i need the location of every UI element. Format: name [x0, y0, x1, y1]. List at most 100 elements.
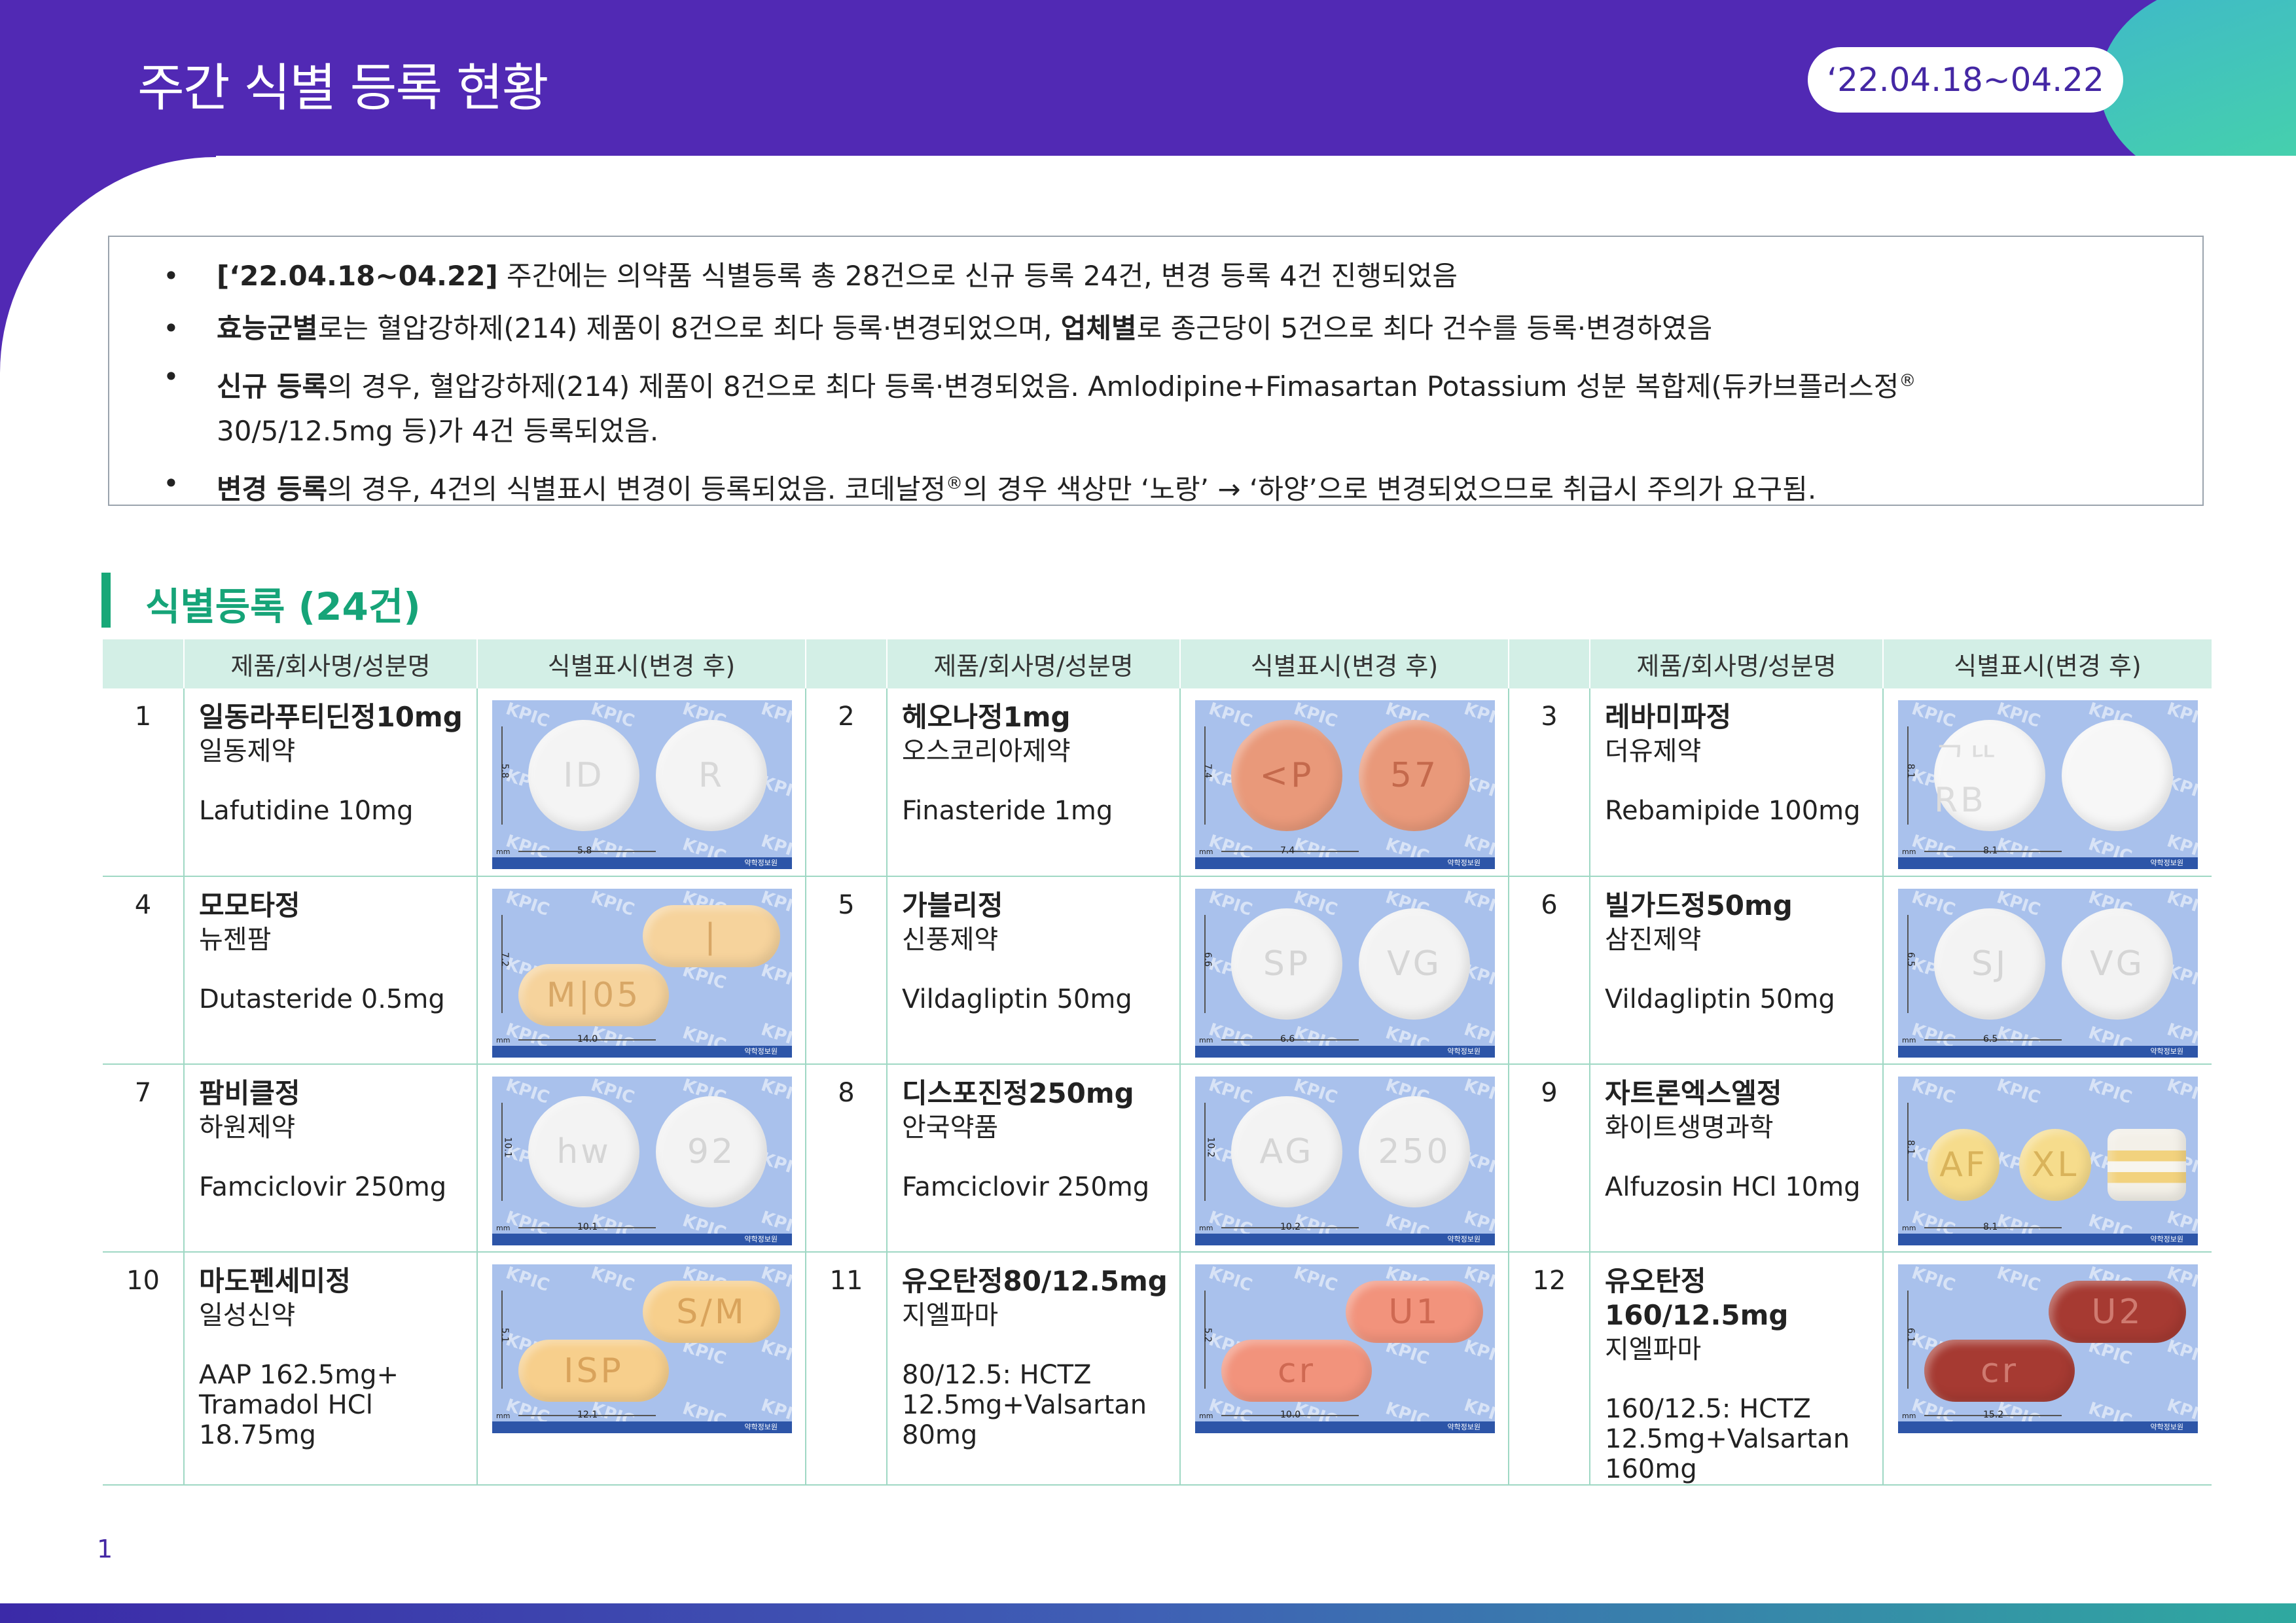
scale-unit: mm	[1199, 1036, 1213, 1044]
col-product-1: 제품/회사명/성분명	[183, 639, 477, 688]
image-source-footer: 약학정보원	[1195, 857, 1495, 869]
page-number: 1	[97, 1535, 113, 1563]
pill-imprint: <P	[1259, 756, 1314, 795]
item-number: 1	[103, 688, 185, 877]
product-name: 헤오나정1mg	[902, 701, 1071, 733]
pill-shape: R	[656, 720, 767, 831]
watermark-text: KPIC	[1994, 1077, 2043, 1108]
item-number: 5	[806, 876, 888, 1065]
pill-image-cell: KPICKPICKPICKPICKPICKPICKPICKPICKPICKPIC…	[1180, 876, 1509, 1065]
pill-image: KPICKPICKPICKPICKPICKPICKPICKPICKPICKPIC…	[492, 1264, 792, 1433]
watermark-text: KPIC	[1909, 700, 1958, 732]
product-name: 가블리정	[902, 889, 1003, 921]
product-info: 유오탄정160/12.5mg 지엘파마 160/12.5: HCTZ 12.5mg+…	[1590, 1252, 1884, 1486]
header-banner: 주간 식별 등록 현황 ‘22.04.18~04.22	[0, 0, 2296, 160]
pill-image: KPICKPICKPICKPICKPICKPICKPICKPICKPICKPIC…	[1898, 700, 2198, 869]
pill-image: KPICKPICKPICKPICKPICKPICKPICKPICKPICKPIC…	[1898, 889, 2198, 1058]
ingredient: Finasteride 1mg	[902, 796, 1113, 826]
product-name: 레바미파정	[1605, 701, 1732, 733]
image-source-footer: 약학정보원	[492, 1234, 792, 1245]
summary-bullet-4-bold: 변경 등록	[217, 473, 328, 505]
watermark-text: KPIC	[1462, 1336, 1495, 1369]
company-name: 뉴젠팜	[199, 925, 272, 955]
page-title: 주간 식별 등록 현황	[137, 59, 548, 118]
size-height: 6.5	[1905, 952, 1916, 967]
image-source-footer: 약학정보원	[1898, 1234, 2198, 1245]
product-info: 자트론엑스엘정 화이트생명과학 Alfuzosin HCl 10mg	[1590, 1064, 1884, 1253]
pill-shape: U1	[1346, 1281, 1483, 1343]
item-number: 6	[1509, 876, 1590, 1065]
company-name: 삼진제약	[1605, 925, 1702, 955]
footer-bar	[0, 1603, 2296, 1623]
pill-imprint: AF	[1939, 1145, 1988, 1185]
size-width: 12.1	[577, 1410, 598, 1420]
image-source-footer: 약학정보원	[1195, 1421, 1495, 1433]
pill-imprint: U1	[1388, 1292, 1441, 1332]
size-height: 10.1	[502, 1137, 513, 1158]
pill-image-cell: KPICKPICKPICKPICKPICKPICKPICKPICKPICKPIC…	[1883, 876, 2212, 1065]
watermark-text: KPIC	[759, 1336, 792, 1369]
pill-imprint: ᄀᄔ RB	[1934, 740, 2002, 820]
pill-imprint: R	[698, 756, 725, 795]
company-name: 안국약품	[902, 1113, 999, 1143]
size-width: 6.5	[1983, 1034, 1998, 1044]
pill-image: KPICKPICKPICKPICKPICKPICKPICKPICKPICKPIC…	[1195, 1264, 1495, 1433]
table-row: 4 모모타정 뉴젠팜 Dutasteride 0.5mg KPIC KPIC KPIC KPI…	[103, 876, 2212, 1065]
watermark-text: KPIC	[588, 1264, 637, 1296]
summary-bullet-1-text: 주간에는 의약품 식별등록 총 28건으로 신규 등록 24건, 변경 등록 4…	[497, 260, 1458, 292]
product-name: 모모타정	[199, 889, 300, 921]
product-name: 팜비클정	[199, 1077, 300, 1109]
item-number: 2	[806, 688, 888, 877]
product-name: 유오탄정80/12.5mg	[902, 1265, 1168, 1297]
summary-bullet-2-bold-1: 효능군별	[217, 312, 318, 344]
pill-shape: hw	[528, 1096, 639, 1207]
scale-unit: mm	[1902, 1036, 1916, 1044]
watermark-text: KPIC	[503, 1264, 552, 1296]
pill-image: KPICKPICKPICKPICKPICKPICKPICKPICKPICKPIC…	[492, 889, 792, 1058]
pill-imprint: M|05	[546, 975, 641, 1015]
pill-image: KPICKPICKPICKPICKPICKPICKPICKPICKPICKPIC…	[1195, 1077, 1495, 1245]
pill-imprint: AG	[1259, 1132, 1314, 1171]
watermark-text: KPIC	[2164, 700, 2198, 732]
pill-shape: ᄀᄔ RB	[1934, 720, 2045, 831]
col-no-1	[103, 639, 184, 688]
col-product-2: 제품/회사명/성분명	[886, 639, 1180, 688]
product-name: 디스포진정250mg	[902, 1077, 1134, 1109]
pill-imprint: U2	[2091, 1292, 2144, 1332]
summary-bullet-3: 신규 등록의 경우, 혈압강하제(214) 제품이 8건으로 최다 등록·변경되…	[138, 355, 2174, 457]
company-name: 오스코리아제약	[902, 736, 1071, 766]
pill-imprint: SP	[1263, 944, 1311, 984]
company-name: 화이트생명과학	[1605, 1113, 1774, 1143]
section-marker	[101, 573, 111, 628]
scale-unit: mm	[1902, 847, 1916, 856]
image-source-footer: 약학정보원	[492, 1421, 792, 1433]
pill-shape: ID	[528, 720, 639, 831]
item-number: 4	[103, 876, 185, 1065]
table-row: 1 일동라푸티딘정10mg 일동제약 Lafutidine 10mg KPIC KPIC K…	[103, 688, 2212, 877]
image-source-footer: 약학정보원	[1898, 857, 2198, 869]
pill-imprint: ID	[563, 756, 605, 795]
col-no-3	[1508, 639, 1590, 688]
size-width: 6.6	[1280, 1034, 1295, 1044]
watermark-text: KPIC	[1291, 1264, 1340, 1296]
scale-unit: mm	[496, 1412, 511, 1420]
item-number: 3	[1509, 688, 1590, 877]
watermark-text: KPIC	[2164, 1077, 2198, 1108]
size-height: 8.1	[1905, 763, 1916, 779]
size-height: 5.1	[499, 1327, 511, 1343]
registration-table: 제품/회사명/성분명 식별표시(변경 후) 제품/회사명/성분명 식별표시(변경…	[103, 639, 2212, 1486]
watermark-text: KPIC	[759, 700, 792, 732]
size-height: 5.8	[499, 763, 511, 779]
pill-imprint: cr	[1278, 1351, 1316, 1391]
registered-mark: ®	[1899, 371, 1916, 391]
pill-image-cell: KPICKPICKPICKPICKPICKPICKPICKPICKPICKPIC…	[1180, 1064, 1509, 1253]
pill-image-cell: KPICKPICKPICKPICKPICKPICKPICKPICKPICKPIC…	[1883, 1064, 2212, 1253]
watermark-text: KPIC	[1206, 1264, 1255, 1296]
col-mark-3: 식별표시(변경 후)	[1882, 639, 2212, 688]
product-info: 마도펜세미정 일성신약 AAP 162.5mg+ Tramadol HCl 18.7…	[184, 1252, 478, 1486]
size-width: 5.8	[577, 846, 592, 856]
pill-image: KPICKPICKPICKPICKPICKPICKPICKPICKPICKPIC…	[1898, 1077, 2198, 1245]
item-number: 7	[103, 1064, 185, 1253]
pill-imprint: VG	[2090, 944, 2145, 984]
summary-bullet-2-bold-2: 업체별	[1060, 312, 1137, 344]
